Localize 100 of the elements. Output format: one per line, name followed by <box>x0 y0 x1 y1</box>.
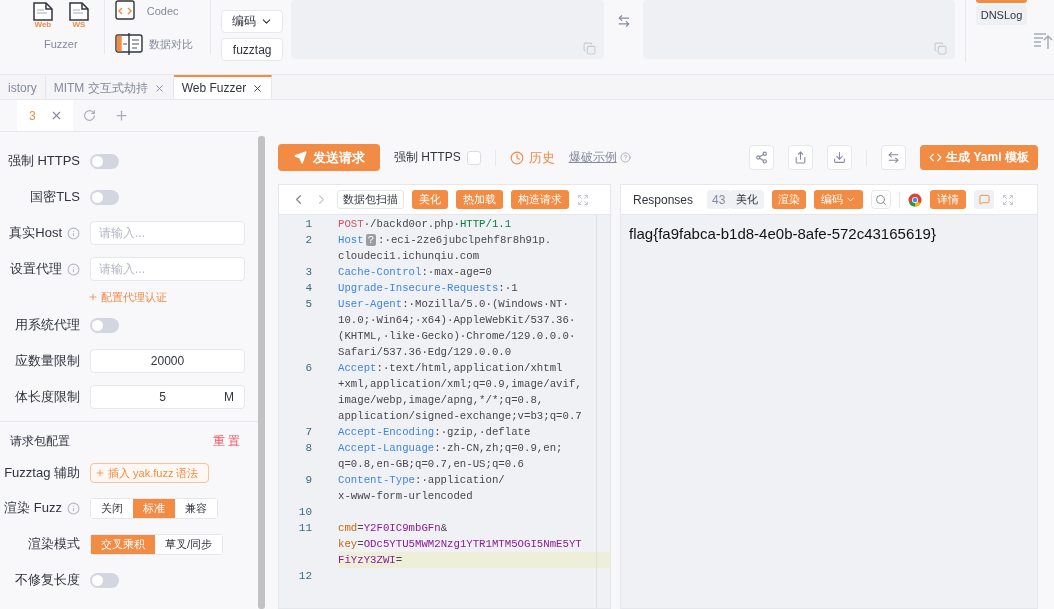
editor-action-button[interactable]: 美化 <box>412 190 448 209</box>
swap-icon <box>887 151 900 164</box>
tool-label[interactable]: 数据对比 <box>148 36 193 52</box>
sort-icon[interactable] <box>1033 32 1054 50</box>
icon-label: WS <box>71 20 87 29</box>
expand-icon[interactable] <box>1002 193 1015 206</box>
code-line: User-Agent:·Mozilla/5.0·(Windows·NT· <box>338 297 570 312</box>
comment-icon <box>978 194 990 205</box>
page-tab[interactable]: istory <box>0 75 46 99</box>
code-line: x-www-form-urlencoded <box>338 489 474 504</box>
response-body: flag{fa9fabca-b1d8-4e0b-8afe-572c43165619} <box>629 225 936 242</box>
setting-label: 渲染模式 <box>28 535 80 553</box>
copy-icon[interactable] <box>934 42 947 55</box>
refresh-icon[interactable] <box>82 109 96 122</box>
toggle-switch[interactable] <box>90 153 119 169</box>
panel-title: Responses <box>633 192 694 207</box>
setting-label: 应数量限制 <box>15 352 80 370</box>
share-icon <box>755 151 768 164</box>
setting-label: 用系统代理 <box>15 316 80 334</box>
expand-icon[interactable] <box>577 193 589 206</box>
line-number: 7 <box>304 426 312 438</box>
code-line: POST·/backd0or.php·HTTP/1.1 <box>338 217 513 232</box>
history-button[interactable]: 历史 <box>509 148 555 167</box>
code-line: cmd=Y2F0IC9mbGFn& <box>338 521 449 536</box>
code-line: key=ODc5YTU5MWM2Nzg1YTR1MTM5OGI5NmE5YT <box>338 537 583 552</box>
compare-icon[interactable] <box>114 32 143 56</box>
code-line: image/webp,image/apng,*/*;q=0.8, <box>338 393 545 408</box>
code-line: Content-Type:·application/ <box>338 473 506 488</box>
fuzztag-button[interactable]: fuzztag <box>221 38 284 61</box>
example-link[interactable]: 爆破示例 <box>568 149 617 166</box>
page-tab[interactable]: Web Fuzzer <box>173 75 273 99</box>
code-line: +xml,application/xml;q=0.9,image/avif, <box>338 377 583 392</box>
code-line: Cache-Control:·max-age=0 <box>338 265 493 280</box>
search-button[interactable] <box>871 190 892 209</box>
comment-button[interactable] <box>974 190 995 209</box>
copy-icon[interactable] <box>582 42 596 55</box>
line-number: 1 <box>304 218 312 230</box>
editor-action-button[interactable]: 热加载 <box>456 190 503 209</box>
proxy-auth-link[interactable]: 配置代理认证 <box>88 289 167 305</box>
swap-button[interactable] <box>881 145 906 170</box>
segment-option[interactable]: 交叉乘积 <box>91 534 155 554</box>
editor-action-button[interactable]: 构造请求 <box>511 190 569 209</box>
fuzzer-tab[interactable]: 3 <box>17 100 73 131</box>
help-icon[interactable] <box>619 152 631 163</box>
group-label: Fuzzer <box>44 38 78 50</box>
code-line: (KHTML,·like·Gecko)·Chrome/129.0.0.0· <box>338 329 577 344</box>
browser-icon[interactable] <box>908 192 923 207</box>
import-button[interactable] <box>827 145 852 170</box>
info-icon <box>67 226 80 240</box>
code-line: Accept-Encoding:·gzip,·deflate <box>338 425 532 440</box>
code-line: application/signed-exchange;v=b3;q=0.7 <box>338 409 583 424</box>
swap-icon[interactable] <box>616 14 631 28</box>
encode-button[interactable]: 编码 <box>814 190 864 209</box>
scrollbar[interactable] <box>258 136 265 609</box>
page-tab[interactable]: MITM 交互式劫持 <box>45 75 174 99</box>
setting-label: 渲染 Fuzz <box>4 499 62 517</box>
add-icon[interactable] <box>113 108 129 123</box>
line-number: 6 <box>304 362 312 374</box>
size-tag: 43 <box>707 190 731 209</box>
section-title: 请求包配置 <box>10 432 70 450</box>
cut-off-button[interactable] <box>976 0 1027 3</box>
view-button[interactable]: 美化 <box>730 190 765 209</box>
export-button[interactable] <box>788 145 813 170</box>
https-checkbox[interactable] <box>466 150 481 165</box>
clock-icon <box>509 150 524 165</box>
detail-button[interactable]: 详情 <box>930 190 967 209</box>
download-icon <box>833 151 846 164</box>
send-icon <box>293 151 307 164</box>
insert-fuzztag-button[interactable]: 插入 yak.fuzz 语法 <box>90 463 209 483</box>
view-button[interactable]: 渲染 <box>772 190 807 209</box>
close-icon[interactable] <box>252 82 264 94</box>
toggle-switch[interactable] <box>90 189 119 205</box>
scan-button[interactable]: 数据包扫描 <box>337 190 404 209</box>
line-number: 9 <box>304 474 312 486</box>
number-field[interactable]: 20000 <box>90 349 245 373</box>
code-icon <box>929 151 943 164</box>
line-number: 12 <box>297 570 312 582</box>
tool-label[interactable]: Codec <box>146 5 179 17</box>
send-request-button[interactable]: 发送请求 <box>278 144 380 171</box>
encode-dropdown[interactable]: 编码 <box>221 10 284 33</box>
segment-option[interactable]: 标准 <box>133 498 175 518</box>
plus-icon <box>95 468 105 478</box>
code-line: Host ? :·eci-2ze6jubclpehf8r8h91p. <box>338 233 553 248</box>
line-number: 4 <box>304 282 312 294</box>
setting-label: 不修复长度 <box>15 571 80 589</box>
code-line: q=0.8,en-GB;q=0.7,en-US;q=0.6 <box>338 457 525 472</box>
reset-link[interactable]: 重 置 <box>212 432 240 450</box>
code-line: Accept:·text/html,application/xhtml <box>338 361 564 376</box>
code-line: Accept-Language:·zh-CN,zh;q=0.9,en; <box>338 441 564 456</box>
toggle-switch[interactable] <box>90 317 119 333</box>
text-field[interactable]: 请输入... <box>90 257 245 281</box>
text-field[interactable]: 请输入... <box>90 221 245 245</box>
setting-label: 设置代理 <box>10 260 62 278</box>
toggle-switch[interactable] <box>90 572 119 588</box>
yaml-template-button[interactable]: 生成 Yaml 模板 <box>920 145 1038 170</box>
line-number: 3 <box>304 266 312 278</box>
dnslog-button[interactable]: DNSLog <box>976 5 1027 25</box>
share-button[interactable] <box>749 145 774 170</box>
setting-label: Fuzztag 辅助 <box>4 464 80 482</box>
number-field[interactable]: 5 M <box>90 385 245 409</box>
